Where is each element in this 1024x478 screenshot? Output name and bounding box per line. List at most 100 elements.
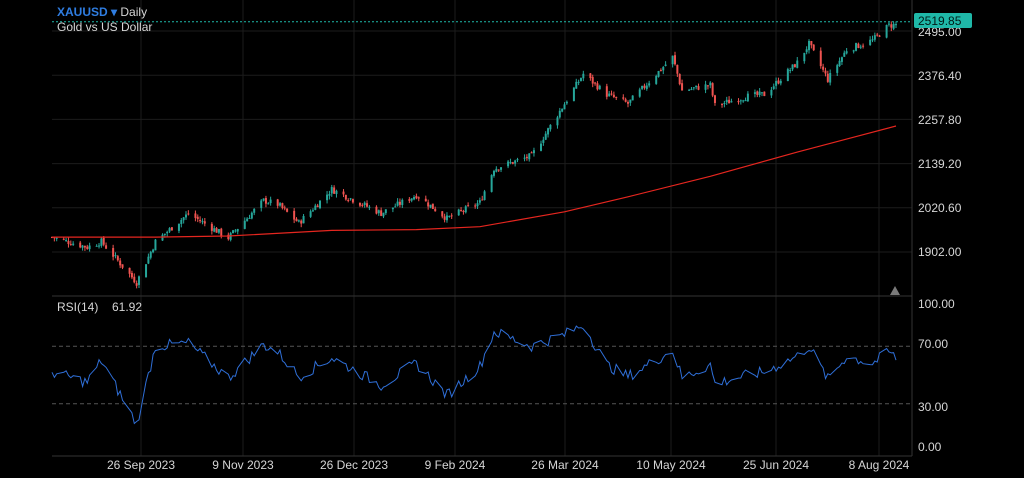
- candle-down[interactable]: [467, 205, 470, 207]
- candle-up[interactable]: [709, 82, 712, 86]
- candle-up[interactable]: [572, 87, 575, 101]
- candle-up[interactable]: [201, 221, 204, 223]
- candle-down[interactable]: [427, 202, 430, 207]
- chart-canvas[interactable]: 2495.00 2376.40 2257.80 2139.20 2020.60 …: [0, 0, 1024, 473]
- candle-up[interactable]: [772, 86, 775, 89]
- candle-up[interactable]: [789, 70, 792, 72]
- candle-up[interactable]: [145, 264, 148, 278]
- candle-up[interactable]: [873, 35, 876, 40]
- candle-up[interactable]: [213, 228, 216, 232]
- candle-up[interactable]: [478, 200, 481, 203]
- candle-down[interactable]: [812, 44, 815, 51]
- candle-up[interactable]: [100, 238, 103, 246]
- candle-down[interactable]: [86, 246, 89, 249]
- candle-up[interactable]: [335, 190, 338, 195]
- candle-down[interactable]: [525, 156, 528, 159]
- candle-down[interactable]: [333, 187, 336, 194]
- candle-up[interactable]: [166, 231, 169, 234]
- candle-down[interactable]: [105, 245, 108, 249]
- symbol-name[interactable]: XAUUSD: [57, 5, 108, 19]
- candle-down[interactable]: [347, 200, 350, 202]
- candle-up[interactable]: [154, 239, 157, 251]
- candle-up[interactable]: [182, 217, 185, 221]
- candle-down[interactable]: [474, 205, 477, 207]
- candle-up[interactable]: [377, 210, 380, 214]
- candle-down[interactable]: [497, 169, 500, 171]
- candle-down[interactable]: [826, 73, 829, 82]
- candle-down[interactable]: [69, 244, 72, 246]
- candle-up[interactable]: [311, 210, 314, 212]
- candle-down[interactable]: [119, 260, 122, 266]
- candle-down[interactable]: [624, 99, 627, 102]
- candle-down[interactable]: [79, 242, 82, 248]
- candle-down[interactable]: [615, 96, 618, 98]
- candle-down[interactable]: [83, 245, 86, 248]
- candle-down[interactable]: [116, 256, 119, 261]
- candle-down[interactable]: [380, 210, 383, 216]
- candle-up[interactable]: [547, 128, 550, 135]
- candle-up[interactable]: [382, 212, 385, 217]
- candle-down[interactable]: [605, 86, 608, 97]
- candle-up[interactable]: [577, 81, 580, 83]
- candle-down[interactable]: [610, 93, 613, 95]
- candle-up[interactable]: [871, 39, 874, 41]
- candle-down[interactable]: [187, 213, 190, 215]
- candle-up[interactable]: [217, 229, 220, 233]
- candle-down[interactable]: [530, 152, 533, 154]
- candle-up[interactable]: [885, 24, 888, 38]
- candle-down[interactable]: [286, 208, 289, 212]
- candle-up[interactable]: [843, 52, 846, 57]
- candle-up[interactable]: [565, 101, 568, 104]
- candle-down[interactable]: [862, 45, 865, 47]
- candle-down[interactable]: [276, 199, 279, 206]
- candle-up[interactable]: [608, 93, 611, 97]
- candle-up[interactable]: [629, 99, 632, 103]
- candle-up[interactable]: [88, 245, 91, 250]
- candle-down[interactable]: [819, 50, 822, 67]
- candle-up[interactable]: [260, 200, 263, 208]
- candle-down[interactable]: [196, 216, 199, 220]
- candle-up[interactable]: [448, 215, 451, 217]
- candle-down[interactable]: [316, 205, 319, 208]
- candle-down[interactable]: [121, 264, 124, 268]
- candle-down[interactable]: [443, 216, 446, 220]
- candle-up[interactable]: [657, 70, 660, 77]
- candle-up[interactable]: [81, 245, 84, 248]
- candle-up[interactable]: [163, 233, 166, 235]
- candle-down[interactable]: [857, 43, 860, 48]
- candle-up[interactable]: [791, 64, 794, 70]
- candle-down[interactable]: [450, 215, 453, 217]
- chevron-down-icon[interactable]: ▾: [111, 5, 117, 19]
- candle-up[interactable]: [464, 206, 467, 213]
- candle-up[interactable]: [507, 161, 510, 167]
- candle-down[interactable]: [300, 220, 303, 224]
- candle-down[interactable]: [706, 85, 709, 87]
- candle-down[interactable]: [203, 221, 206, 224]
- candle-up[interactable]: [631, 95, 634, 101]
- candle-down[interactable]: [130, 272, 133, 278]
- candle-down[interactable]: [462, 210, 465, 212]
- candle-up[interactable]: [532, 150, 535, 154]
- candle-down[interactable]: [674, 55, 677, 65]
- candle-down[interactable]: [62, 238, 65, 240]
- candle-up[interactable]: [250, 212, 253, 219]
- candle-down[interactable]: [591, 77, 594, 84]
- candle-up[interactable]: [540, 143, 543, 151]
- candle-up[interactable]: [786, 69, 789, 81]
- candle-up[interactable]: [855, 43, 858, 51]
- candle-down[interactable]: [128, 267, 131, 274]
- candle-up[interactable]: [185, 214, 188, 218]
- candle-down[interactable]: [876, 34, 879, 36]
- candle-up[interactable]: [760, 92, 763, 94]
- candle-up[interactable]: [671, 55, 674, 65]
- candle-up[interactable]: [514, 160, 517, 164]
- candle-up[interactable]: [180, 220, 183, 224]
- candle-up[interactable]: [55, 237, 58, 239]
- candle-down[interactable]: [408, 199, 411, 201]
- candle-down[interactable]: [210, 223, 213, 231]
- candle-up[interactable]: [483, 191, 486, 200]
- candle-up[interactable]: [638, 89, 641, 97]
- symbol-header[interactable]: XAUUSD ▾ Daily: [57, 5, 147, 19]
- candle-down[interactable]: [681, 83, 684, 91]
- candle-up[interactable]: [808, 40, 811, 51]
